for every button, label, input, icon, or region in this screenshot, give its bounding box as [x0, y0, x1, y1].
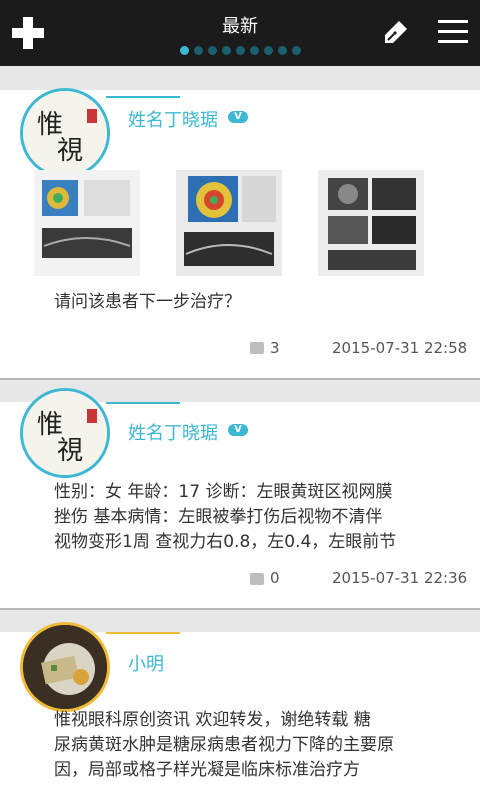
author-underline — [106, 96, 180, 98]
author-name[interactable]: 姓名丁晓琚 — [128, 419, 218, 445]
comment-count: 3 — [270, 339, 280, 357]
divider — [0, 378, 480, 380]
post-timestamp: 2015-07-31 22:58 — [332, 339, 468, 357]
author-name[interactable]: 姓名丁晓琚 — [128, 106, 218, 132]
comment-icon — [250, 342, 264, 354]
post-text-line: 性别：女 年龄：17 诊断：左眼黄斑区视网膜 — [54, 482, 393, 502]
author-name[interactable]: 小明 — [128, 650, 164, 676]
page-dot — [263, 46, 273, 55]
comment-icon — [250, 573, 264, 585]
svg-text:視: 視 — [57, 436, 83, 466]
post-card[interactable]: 惟 視 姓名丁晓琚 V 请问该患者下一步治疗？ 3 2015-07-31 22:… — [0, 88, 480, 380]
hamburger-menu-icon[interactable] — [438, 17, 468, 47]
pen-icon[interactable] — [380, 18, 410, 48]
post-card[interactable]: 惟 視 姓名丁晓琚 V 性别：女 年龄：17 诊断：左眼黄斑区视网膜 挫伤 基本… — [0, 388, 480, 610]
post-text-line: 惟视眼科原创资讯 欢迎转发，谢绝转载 糖 — [54, 710, 371, 730]
verified-badge: V — [228, 111, 248, 123]
page-dot — [221, 46, 231, 55]
divider — [0, 608, 480, 610]
page-dot — [249, 46, 259, 55]
post-text-line: 因，局部或格子样光凝是临床标准治疗方 — [54, 760, 360, 780]
post-text-line: 视物变形1周 查视力右0.8，左0.4，左眼前节 — [54, 532, 397, 552]
svg-text:視: 視 — [57, 136, 83, 166]
page-dot — [207, 46, 217, 55]
comment-count: 0 — [270, 569, 280, 587]
post-text-line: 尿病黄斑水肿是糖尿病患者视力下降的主要原 — [54, 735, 394, 755]
page-dot — [277, 46, 287, 55]
author-underline — [106, 632, 180, 634]
avatar[interactable]: 惟 視 — [20, 388, 110, 478]
page-dot — [193, 46, 203, 55]
post-image[interactable] — [176, 170, 282, 276]
top-app-bar: 最新 — [0, 0, 480, 66]
post-timestamp: 2015-07-31 22:36 — [332, 569, 468, 587]
verified-badge: V — [228, 424, 248, 436]
post-image[interactable] — [34, 170, 140, 276]
page-dot — [291, 46, 301, 55]
page-dot-active — [179, 46, 189, 55]
post-text-line: 挫伤 基本病情：左眼被拳打伤后视物不清伴 — [54, 507, 383, 527]
author-underline — [106, 402, 180, 404]
post-text: 请问该患者下一步治疗？ — [54, 292, 241, 312]
post-card[interactable]: 小明 惟视眼科原创资讯 欢迎转发，谢绝转载 糖 尿病黄斑水肿是糖尿病患者视力下降… — [0, 622, 480, 800]
page-dot — [235, 46, 245, 55]
avatar[interactable]: 惟 視 — [20, 88, 110, 178]
avatar[interactable] — [20, 622, 110, 712]
post-image[interactable] — [318, 170, 424, 276]
